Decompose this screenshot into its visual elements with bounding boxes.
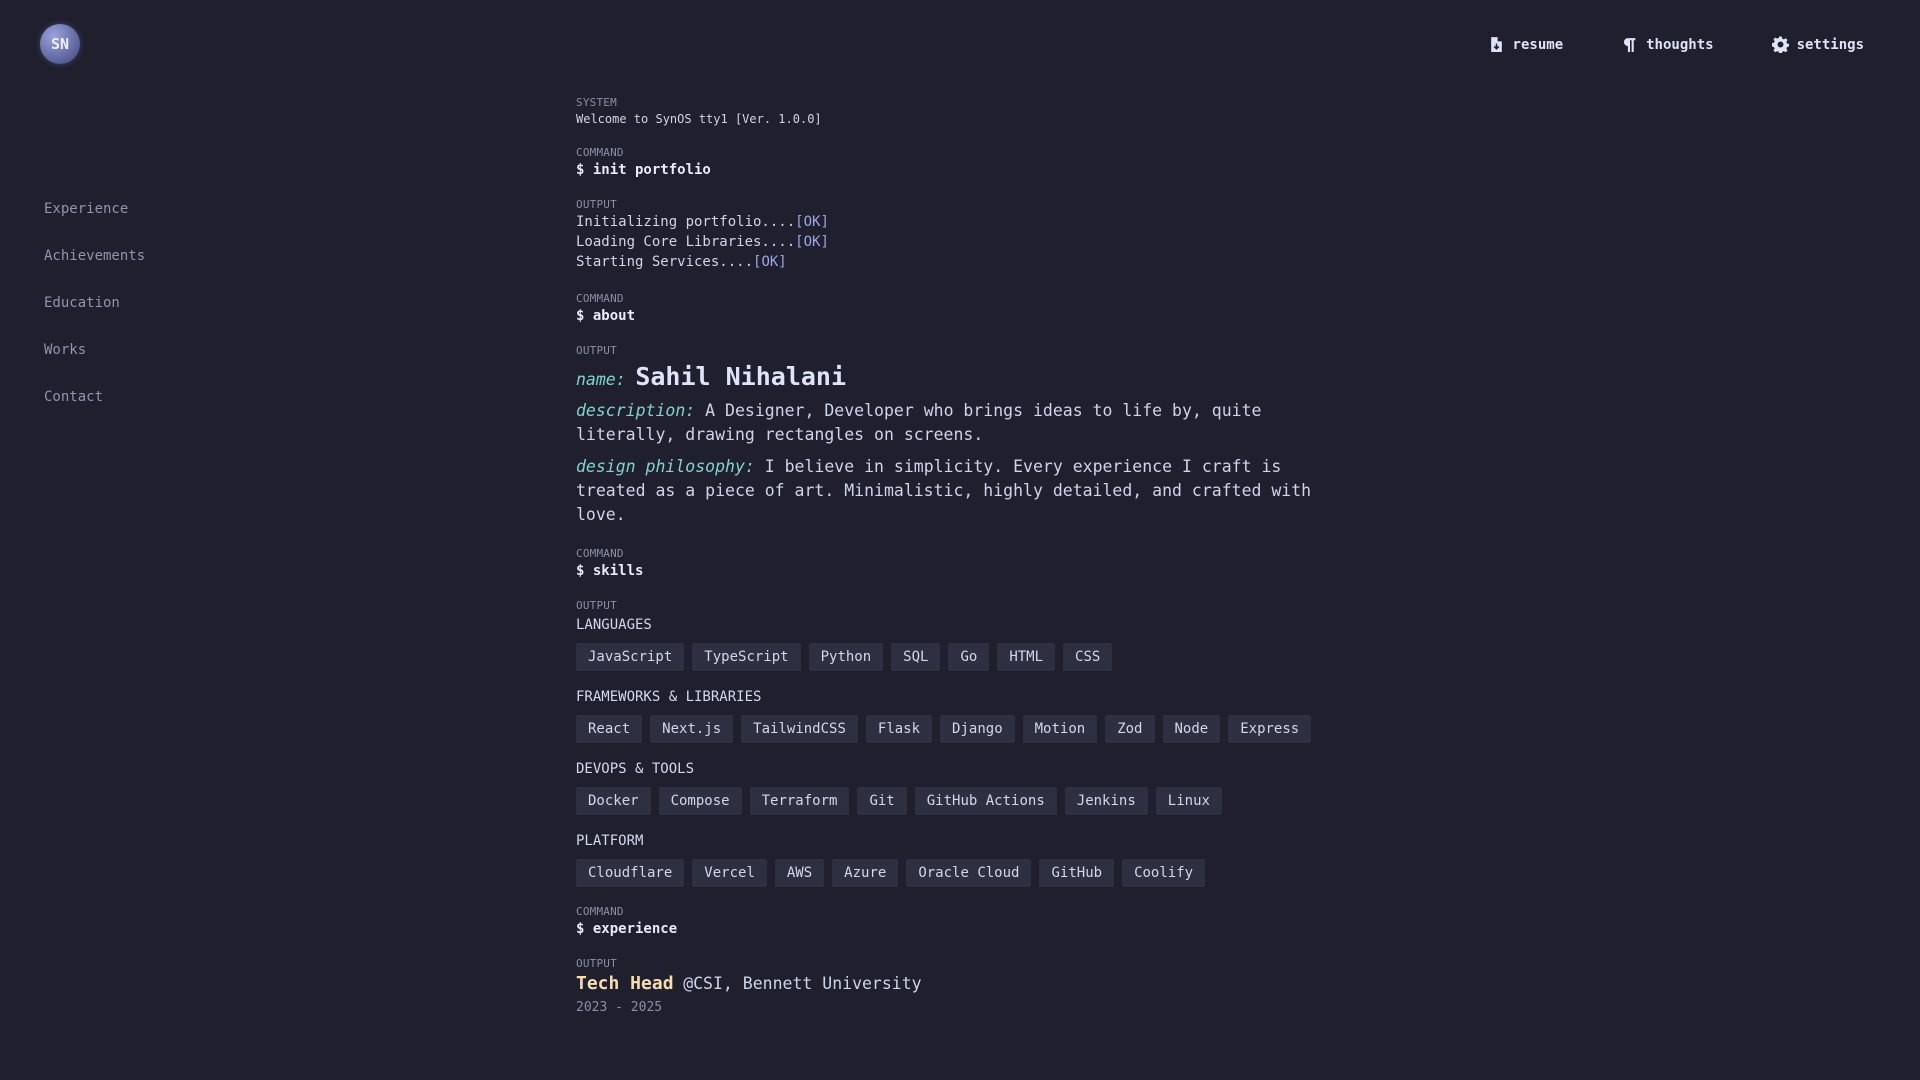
sidebar-item-experience[interactable]: Experience bbox=[44, 200, 145, 218]
system-text: Welcome to SynOS tty1 [Ver. 1.0.0] bbox=[576, 112, 822, 126]
description-key: description: bbox=[576, 401, 696, 420]
output-line: Starting Services....[OK] bbox=[576, 252, 1336, 272]
philosophy-key: design philosophy: bbox=[576, 457, 755, 476]
settings-link-label: settings bbox=[1796, 36, 1864, 53]
output-line: Loading Core Libraries....[OK] bbox=[576, 232, 1336, 252]
philosophy-para: design philosophy: I believe in simplici… bbox=[576, 455, 1336, 527]
skill-chip: Oracle Cloud bbox=[906, 859, 1032, 887]
skill-chip: GitHub Actions bbox=[914, 787, 1057, 815]
skill-chips: Cloudflare Vercel AWS Azure Oracle Cloud… bbox=[576, 859, 1336, 887]
resume-link[interactable]: resume bbox=[1488, 36, 1564, 53]
skill-chip: Linux bbox=[1155, 787, 1222, 815]
output-tag: OUTPUT bbox=[576, 957, 617, 970]
skill-category-title: LANGUAGES bbox=[576, 617, 652, 633]
top-nav: resume thoughts settings bbox=[1488, 36, 1864, 53]
skill-chip: Flask bbox=[865, 715, 933, 743]
skill-chip: Azure bbox=[832, 859, 899, 887]
system-tag: SYSTEM bbox=[576, 96, 617, 109]
job-org: @CSI, Bennett University bbox=[683, 974, 922, 993]
command-tag: COMMAND bbox=[576, 292, 624, 305]
command-block: COMMAND $ init portfolio bbox=[576, 146, 1336, 178]
skills-output: OUTPUT LANGUAGES JavaScript TypeScript P… bbox=[576, 599, 1336, 887]
ok-status: [OK] bbox=[795, 214, 829, 230]
document-icon bbox=[1490, 37, 1502, 52]
skill-chip: TypeScript bbox=[692, 643, 801, 671]
skill-chip: Next.js bbox=[650, 715, 734, 743]
skill-chip: Python bbox=[808, 643, 884, 671]
job-title: Tech Head bbox=[576, 973, 674, 994]
skill-chip: Motion bbox=[1022, 715, 1098, 743]
skill-chip: Git bbox=[857, 787, 907, 815]
description-para: description: A Designer, Developer who b… bbox=[576, 399, 1336, 447]
command-tag: COMMAND bbox=[576, 146, 624, 159]
command-text: $ init portfolio bbox=[576, 162, 711, 178]
skill-chip: Terraform bbox=[749, 787, 850, 815]
terminal-output: SYSTEM Welcome to SynOS tty1 [Ver. 1.0.0… bbox=[576, 96, 1336, 1035]
skill-chip: Zod bbox=[1105, 715, 1155, 743]
skill-chip: Vercel bbox=[692, 859, 767, 887]
output-tag: OUTPUT bbox=[576, 198, 617, 211]
pilcrow-icon bbox=[1624, 38, 1636, 52]
skill-chip: AWS bbox=[774, 859, 825, 887]
sidebar-item-contact[interactable]: Contact bbox=[44, 388, 145, 406]
name-key: name: bbox=[576, 370, 626, 389]
command-tag: COMMAND bbox=[576, 905, 624, 918]
skill-chip: JavaScript bbox=[576, 643, 685, 671]
output-tag: OUTPUT bbox=[576, 344, 617, 357]
thoughts-link[interactable]: thoughts bbox=[1621, 36, 1714, 53]
command-text: $ skills bbox=[576, 563, 644, 579]
skill-category-title: FRAMEWORKS & LIBRARIES bbox=[576, 689, 762, 705]
skill-chip: HTML bbox=[997, 643, 1056, 671]
command-text: $ about bbox=[576, 308, 636, 324]
output-line: Initializing portfolio....[OK] bbox=[576, 212, 1336, 232]
skill-chips: Docker Compose Terraform Git GitHub Acti… bbox=[576, 787, 1336, 815]
skill-chip: Express bbox=[1228, 715, 1312, 743]
skill-category-title: PLATFORM bbox=[576, 833, 644, 849]
avatar[interactable]: SN bbox=[40, 24, 80, 64]
sidebar-item-achievements[interactable]: Achievements bbox=[44, 247, 145, 265]
skill-chip: Django bbox=[940, 715, 1015, 743]
sidebar: Experience Achievements Education Works … bbox=[44, 200, 145, 406]
skill-category-title: DEVOPS & TOOLS bbox=[576, 761, 695, 777]
job-row: Tech Head @CSI, Bennett University bbox=[576, 973, 1336, 994]
job-dates: 2023 - 2025 bbox=[576, 1000, 663, 1015]
skill-chip: Cloudflare bbox=[576, 859, 685, 887]
output-tag: OUTPUT bbox=[576, 599, 617, 612]
skill-chip: TailwindCSS bbox=[741, 715, 858, 743]
ok-status: [OK] bbox=[795, 234, 829, 250]
output-block: OUTPUT Initializing portfolio....[OK] Lo… bbox=[576, 198, 1336, 272]
about-name-row: name: Sahil Nihalani bbox=[576, 362, 1336, 391]
command-text: $ experience bbox=[576, 921, 678, 937]
about-output: OUTPUT name: Sahil Nihalani description:… bbox=[576, 344, 1336, 527]
skill-chip: Docker bbox=[576, 787, 651, 815]
command-tag: COMMAND bbox=[576, 547, 624, 560]
skill-chip: Coolify bbox=[1122, 859, 1206, 887]
sidebar-item-education[interactable]: Education bbox=[44, 294, 145, 312]
skill-chips: React Next.js TailwindCSS Flask Django M… bbox=[576, 715, 1336, 743]
resume-link-label: resume bbox=[1512, 36, 1564, 53]
skill-chip: Compose bbox=[658, 787, 742, 815]
command-block: COMMAND $ skills bbox=[576, 547, 1336, 579]
thoughts-link-label: thoughts bbox=[1646, 36, 1714, 53]
ok-status: [OK] bbox=[753, 254, 787, 270]
skill-chip: Go bbox=[948, 643, 990, 671]
skill-chip: Jenkins bbox=[1064, 787, 1148, 815]
system-block: SYSTEM Welcome to SynOS tty1 [Ver. 1.0.0… bbox=[576, 96, 1336, 126]
skill-chip: React bbox=[576, 715, 643, 743]
command-block: COMMAND $ experience bbox=[576, 905, 1336, 937]
experience-output: OUTPUT Tech Head @CSI, Bennett Universit… bbox=[576, 957, 1336, 1015]
skill-chip: SQL bbox=[891, 643, 941, 671]
output-line-text: Starting Services.... bbox=[576, 254, 754, 270]
gear-icon bbox=[1771, 36, 1789, 53]
command-block: COMMAND $ about bbox=[576, 292, 1336, 324]
skill-chips: JavaScript TypeScript Python SQL Go HTML… bbox=[576, 643, 1336, 671]
skill-chip: Node bbox=[1162, 715, 1221, 743]
skill-chip: CSS bbox=[1063, 643, 1113, 671]
output-line-text: Loading Core Libraries.... bbox=[576, 234, 796, 250]
about-name: Sahil Nihalani bbox=[635, 362, 847, 391]
skill-chip: GitHub bbox=[1039, 859, 1115, 887]
settings-link[interactable]: settings bbox=[1771, 36, 1864, 53]
sidebar-item-works[interactable]: Works bbox=[44, 341, 145, 359]
output-line-text: Initializing portfolio.... bbox=[576, 214, 796, 230]
